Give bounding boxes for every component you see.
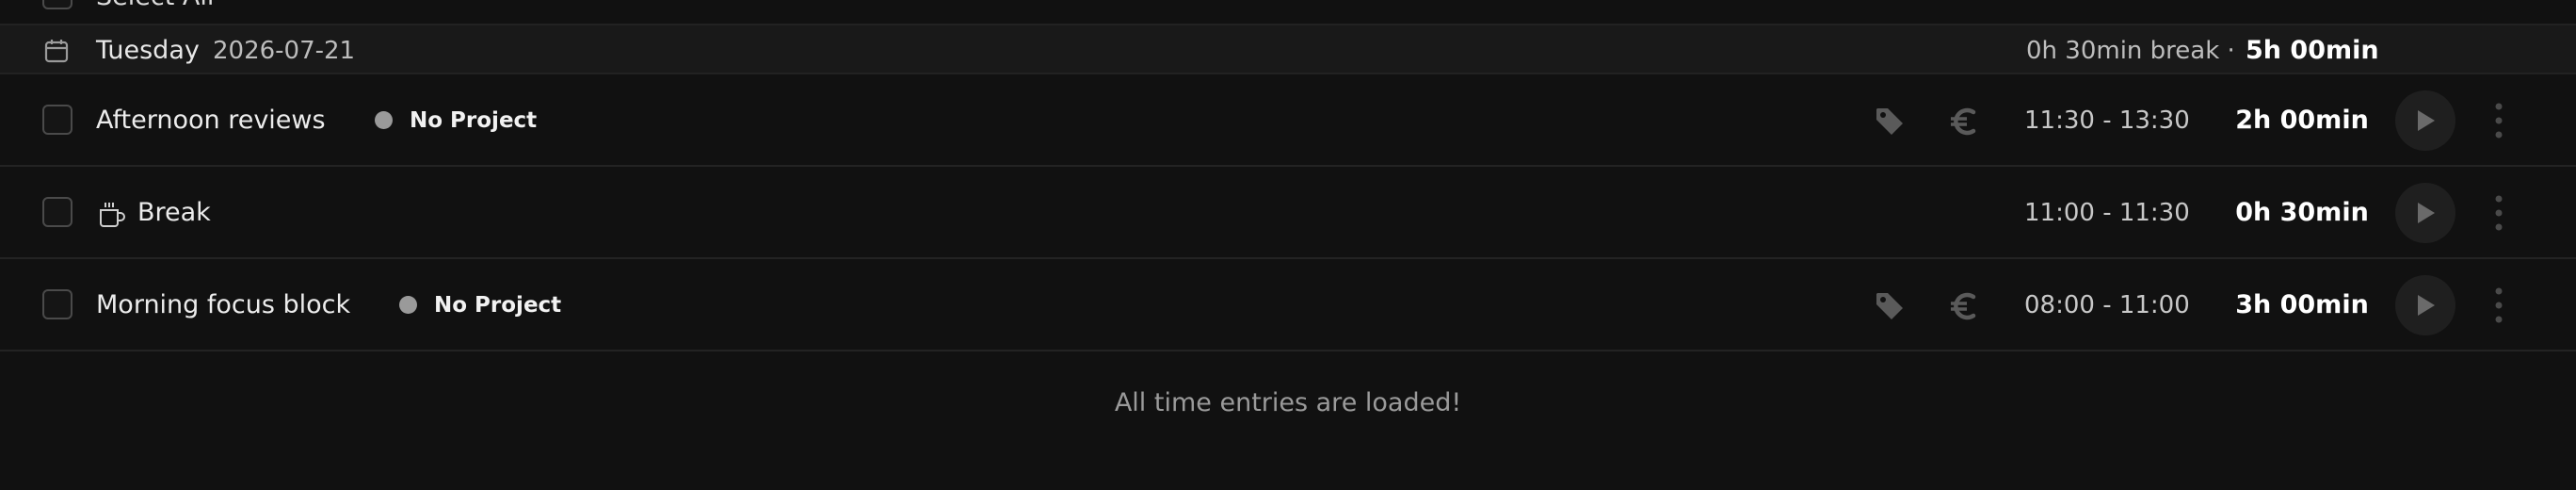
time-entries-page: Select All Tuesday 2026-07-21 0h 30min b…	[0, 0, 2576, 490]
all-entries-loaded-message: All time entries are loaded!	[1114, 388, 1462, 417]
day-date: 2026-07-21	[213, 37, 356, 65]
day-break-summary: 0h 30min break ·	[2026, 37, 2235, 65]
project-color-dot	[375, 111, 393, 129]
entry-duration[interactable]: 2h 00min	[2231, 106, 2373, 135]
entry-time-range[interactable]: 11:30 - 13:30	[2024, 106, 2190, 135]
tag-icon[interactable]	[1874, 290, 1906, 322]
entry-checkbox[interactable]	[42, 197, 72, 227]
entry-description[interactable]: Break	[137, 198, 211, 227]
entry-description[interactable]: Afternoon reviews	[96, 106, 326, 135]
select-all-row: Select All	[0, 0, 2576, 24]
entry-project[interactable]: No Project	[399, 293, 561, 318]
day-total-duration: 5h 00min	[2246, 36, 2379, 65]
continue-timer-button[interactable]	[2395, 275, 2455, 335]
entry-time-range[interactable]: 08:00 - 11:00	[2024, 291, 2190, 319]
project-color-dot	[399, 296, 417, 314]
coffee-cup-icon	[100, 203, 125, 227]
entry-project-label: No Project	[434, 293, 562, 318]
tag-icon[interactable]	[1874, 106, 1906, 138]
day-weekday: Tuesday	[96, 36, 200, 65]
euro-icon[interactable]	[1947, 289, 1981, 323]
time-entry-row[interactable]: Break 11:00 - 11:30 0h 30min	[0, 167, 2576, 259]
entry-checkbox[interactable]	[42, 105, 72, 135]
continue-timer-button[interactable]	[2395, 183, 2455, 243]
entry-project[interactable]: No Project	[375, 108, 537, 133]
play-icon	[2418, 295, 2435, 316]
entry-time-range[interactable]: 11:00 - 11:30	[2024, 199, 2190, 227]
play-icon	[2418, 203, 2435, 223]
entry-description[interactable]: Morning focus block	[96, 290, 350, 319]
more-vertical-icon[interactable]	[2489, 101, 2508, 140]
entry-duration[interactable]: 0h 30min	[2231, 198, 2373, 227]
time-entry-row[interactable]: Morning focus block No Project 08:00 - 1…	[0, 259, 2576, 351]
euro-icon[interactable]	[1947, 105, 1981, 139]
entry-checkbox[interactable]	[42, 289, 72, 319]
time-entry-row[interactable]: Afternoon reviews No Project 11:30 - 13:…	[0, 74, 2576, 167]
day-header: Tuesday 2026-07-21 0h 30min break · 5h 0…	[0, 24, 2576, 74]
entry-project-label: No Project	[410, 108, 538, 133]
more-vertical-icon[interactable]	[2489, 193, 2508, 233]
continue-timer-button[interactable]	[2395, 90, 2455, 151]
select-all-checkbox[interactable]	[42, 0, 72, 9]
entry-duration[interactable]: 3h 00min	[2231, 290, 2373, 319]
calendar-icon	[44, 40, 69, 63]
play-icon	[2418, 110, 2435, 131]
more-vertical-icon[interactable]	[2489, 286, 2508, 325]
select-all-label: Select All	[96, 0, 214, 11]
